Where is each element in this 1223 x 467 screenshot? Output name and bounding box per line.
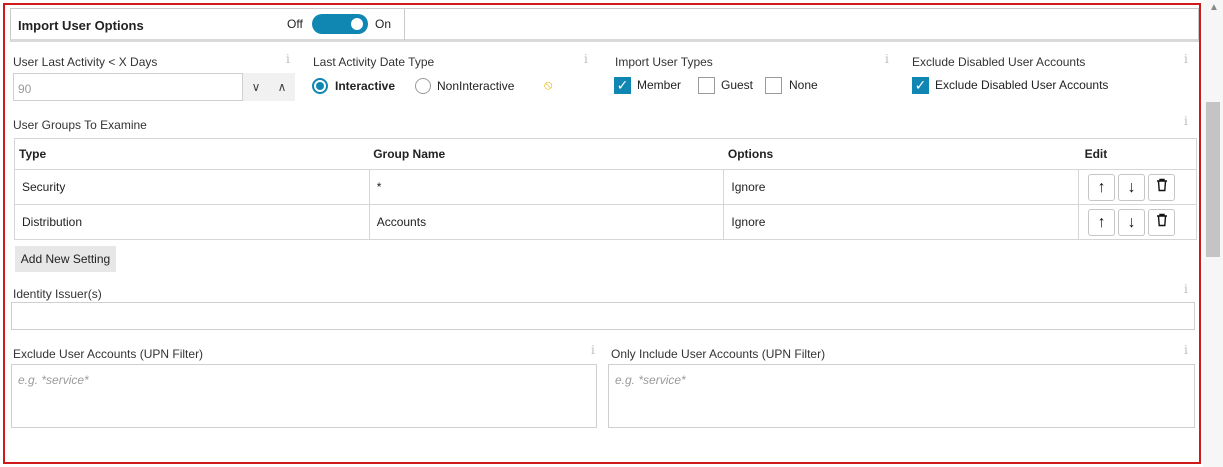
cell-type[interactable]: Security <box>14 169 370 205</box>
scrollbar-thumb[interactable] <box>1206 102 1220 257</box>
last-activity-input[interactable]: 90 <box>13 73 243 101</box>
column-header: Options <box>723 138 1079 170</box>
info-icon[interactable]: i <box>591 343 595 357</box>
chevron-up-icon[interactable]: ∧ <box>269 73 295 101</box>
radio-interactive[interactable] <box>312 78 328 94</box>
groups-table: Type Group Name Options Edit Security * … <box>14 138 1197 240</box>
last-activity-label: User Last Activity < X Days <box>13 55 158 69</box>
checkbox-exclude-disabled[interactable]: ✓ <box>912 77 929 94</box>
toggle-off-label: Off <box>287 17 303 31</box>
checkbox-member[interactable]: ✓ <box>614 77 631 94</box>
radio-noninteractive[interactable] <box>415 78 431 94</box>
include-upn-label: Only Include User Accounts (UPN Filter) <box>611 347 826 361</box>
cell-edit: ↑ ↓ <box>1078 204 1197 240</box>
checkbox-exclude-disabled-label: Exclude Disabled User Accounts <box>935 78 1109 92</box>
header-divider <box>404 9 405 40</box>
import-toggle[interactable] <box>312 14 368 34</box>
radio-noninteractive-label: NonInteractive <box>437 79 515 93</box>
add-new-setting-button[interactable]: Add New Setting <box>15 246 116 272</box>
checkbox-member-label: Member <box>637 78 682 92</box>
table-row[interactable]: Security * Ignore ↑ ↓ <box>14 169 1197 205</box>
cell-group-name[interactable]: Accounts <box>368 204 725 240</box>
cell-type[interactable]: Distribution <box>14 204 370 240</box>
exclude-upn-placeholder: e.g. *service* <box>18 373 89 387</box>
cell-group-name[interactable]: * <box>368 169 725 205</box>
toggle-on-label: On <box>375 17 392 31</box>
identity-issuer-label: Identity Issuer(s) <box>13 287 102 301</box>
info-icon[interactable]: i <box>1184 114 1188 128</box>
import-user-options-panel: Import User Options Off On User Last Act… <box>3 3 1201 464</box>
arrow-down-icon[interactable]: ↓ <box>1118 208 1146 236</box>
identity-issuer-input[interactable] <box>11 302 1195 330</box>
trash-icon[interactable] <box>1148 173 1176 201</box>
cell-options[interactable]: Ignore <box>723 204 1080 240</box>
chevron-down-icon[interactable]: ∨ <box>243 73 269 101</box>
radio-interactive-label: Interactive <box>335 79 396 93</box>
arrow-up-icon[interactable]: ↑ <box>1088 173 1116 201</box>
checkbox-guest-label: Guest <box>721 78 754 92</box>
column-header: Edit <box>1078 138 1197 170</box>
exclude-upn-label: Exclude User Accounts (UPN Filter) <box>13 347 204 361</box>
column-header: Type <box>14 138 370 170</box>
info-icon[interactable]: i <box>1184 52 1188 66</box>
info-icon[interactable]: i <box>1184 343 1188 357</box>
exclude-disabled-label: Exclude Disabled User Accounts <box>912 55 1086 69</box>
scroll-up-icon[interactable]: ▲ <box>1209 2 1219 13</box>
include-upn-input[interactable]: e.g. *service* <box>608 364 1195 428</box>
checkbox-none[interactable] <box>765 77 782 94</box>
activity-type-label: Last Activity Date Type <box>313 55 435 69</box>
arrow-up-icon[interactable]: ↑ <box>1088 208 1116 236</box>
panel-header: Import User Options Off On <box>10 8 1199 42</box>
column-header: Group Name <box>369 138 724 170</box>
info-icon[interactable]: i <box>1184 282 1188 296</box>
cell-edit: ↑ ↓ <box>1078 169 1197 205</box>
checkbox-guest[interactable] <box>698 77 715 94</box>
panel-title: Import User Options <box>18 18 144 33</box>
include-upn-placeholder: e.g. *service* <box>615 373 686 387</box>
exclude-upn-input[interactable]: e.g. *service* <box>11 364 597 428</box>
user-types-label: Import User Types <box>615 55 713 69</box>
groups-label: User Groups To Examine <box>13 118 147 132</box>
last-activity-value: 90 <box>18 82 32 96</box>
table-row[interactable]: Distribution Accounts Ignore ↑ ↓ <box>14 204 1197 240</box>
table-header-row: Type Group Name Options Edit <box>14 138 1197 170</box>
trash-icon[interactable] <box>1148 208 1176 236</box>
arrow-down-icon[interactable]: ↓ <box>1118 173 1146 201</box>
ban-icon[interactable]: ⦸ <box>544 77 552 93</box>
cell-options[interactable]: Ignore <box>723 169 1080 205</box>
toggle-knob <box>351 18 363 30</box>
info-icon[interactable]: i <box>286 52 290 66</box>
info-icon[interactable]: i <box>584 52 588 66</box>
info-icon[interactable]: i <box>885 52 889 66</box>
checkbox-none-label: None <box>789 78 818 92</box>
